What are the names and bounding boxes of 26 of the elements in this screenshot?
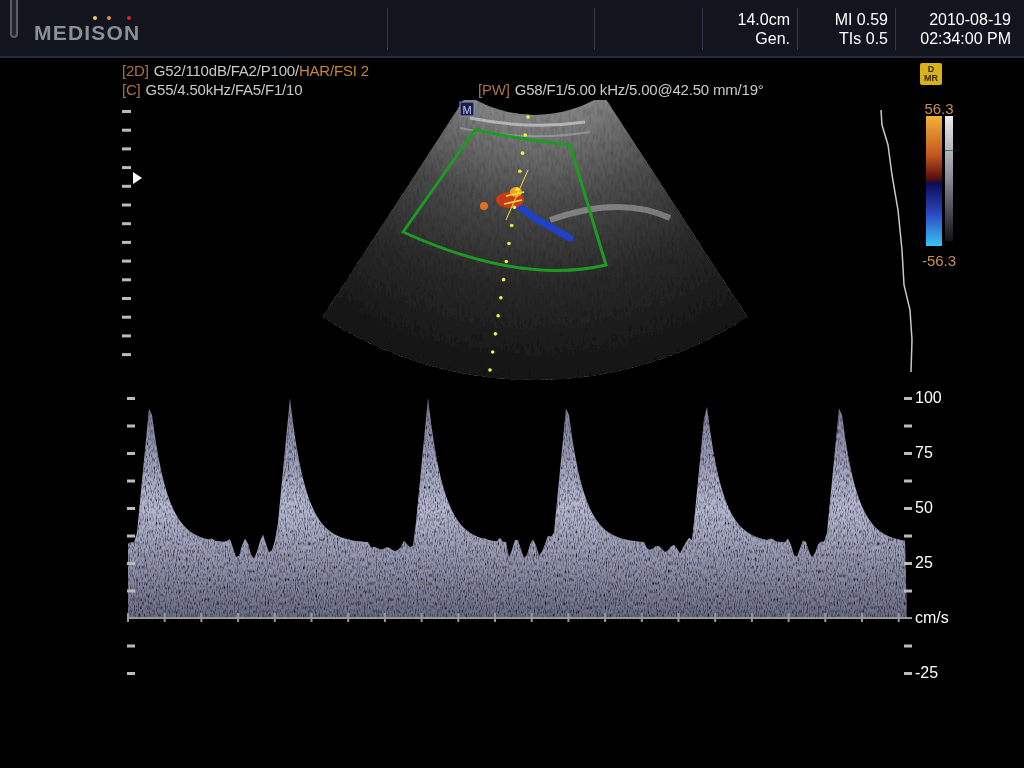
velocity-scale-label: 100 xyxy=(915,389,942,407)
mode-label: [2D] xyxy=(122,62,149,79)
status-text: MI 0.59 xyxy=(834,10,888,29)
harmonic-text: HAR/FSI 2 xyxy=(298,62,369,79)
status-text: Gen. xyxy=(755,29,790,48)
velocity-scale-label: cm/s xyxy=(915,609,949,627)
velocity-scale-label: -25 xyxy=(915,664,939,682)
marker-label: M xyxy=(462,104,472,116)
velocity-scale-label: 50 xyxy=(915,499,933,517)
status-text: 02:34:00 PM xyxy=(920,29,1011,48)
status-text: TIs 0.5 xyxy=(839,29,888,48)
three-dots-icon xyxy=(93,15,133,21)
badge-text: MR xyxy=(924,74,938,83)
settings-text: G52/110dB/FA2/P100/ xyxy=(153,62,299,79)
scale-min-label: -56.3 xyxy=(921,252,957,270)
settings-text: G55/4.50kHz/FA5/F1/10 xyxy=(145,81,303,98)
logo-text: MEDISON xyxy=(34,21,142,45)
velocity-scale-label: 75 xyxy=(915,444,933,462)
velocity-scale-label: 25 xyxy=(915,554,933,572)
badge-text: D xyxy=(927,65,935,74)
settings-text: G58/F1/5.00 kHz/5.00@42.50 mm/19° xyxy=(514,81,764,98)
mode-label: [PW] xyxy=(478,81,510,98)
scale-max-label: 56.3 xyxy=(924,100,954,118)
status-text: 2010-08-19 xyxy=(929,10,1011,29)
mode-label: [C] xyxy=(122,81,141,98)
status-text: 14.0cm xyxy=(737,10,790,29)
